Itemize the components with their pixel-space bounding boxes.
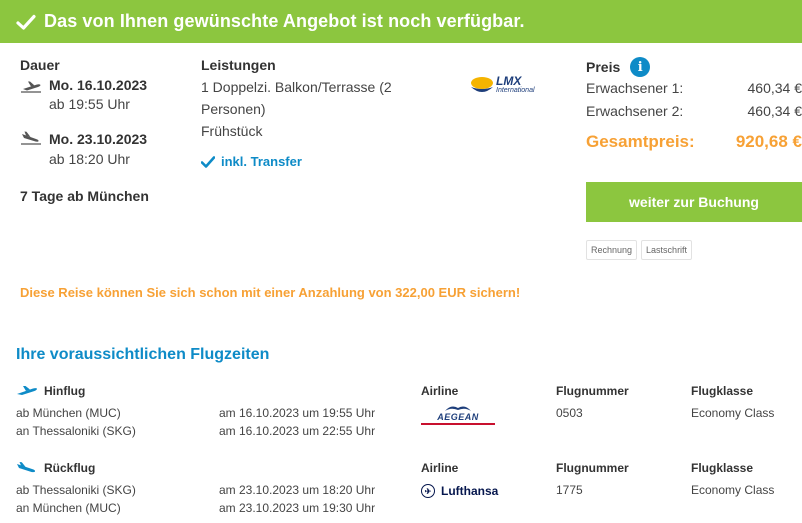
lufthansa-crane-icon: ✈ — [421, 484, 435, 498]
return-arrival-time: am 23.10.2023 um 19:30 Uhr — [219, 501, 376, 515]
aegean-bird-icon — [445, 406, 471, 411]
col-class-header: Flugklasse — [691, 461, 754, 475]
return-to: an München (MUC) — [16, 501, 121, 515]
room-line-1: 1 Doppelzi. Balkon/Terrasse (2 — [201, 79, 392, 95]
col-airline-header: Airline — [421, 461, 459, 475]
operator-name: LMX — [496, 74, 522, 88]
return-departure-time: am 23.10.2023 um 18:20 Uhr — [219, 483, 376, 497]
adult2-value: 460,34 € — [747, 103, 802, 119]
payment-invoice-badge: Rechnung — [586, 240, 638, 260]
price-total: Gesamtpreis: 920,68 € — [586, 132, 802, 152]
col-airline-header: Airline — [421, 384, 459, 398]
return-date: Mo. 23.10.2023 — [49, 131, 148, 147]
outbound-arrival-time: am 16.10.2023 um 22:55 Uhr — [219, 424, 376, 438]
checkmark-icon — [16, 14, 36, 30]
outbound-flight-heading: Hinflug — [16, 384, 85, 398]
price-adult-2: Erwachsener 2: 460,34 € — [586, 103, 802, 119]
lmx-logo-icon — [471, 77, 493, 92]
board-type: Frühstück — [201, 123, 263, 139]
flights-title: Ihre voraussichtlichen Flugzeiten — [16, 346, 270, 363]
adult1-value: 460,34 € — [747, 80, 802, 96]
return-time: ab 18:20 Uhr — [49, 151, 130, 167]
plane-departure-icon — [21, 81, 41, 93]
plane-arrival-icon — [17, 462, 36, 473]
transfer-label: inkl. Transfer — [221, 154, 302, 169]
operator-logo: LMX International — [470, 75, 535, 95]
lufthansa-logo: ✈ Lufthansa — [421, 484, 498, 498]
return-label: Rückflug — [44, 461, 96, 475]
checkmark-icon — [201, 155, 215, 168]
price-heading: Preis — [586, 59, 621, 75]
transfer-info: inkl. Transfer — [201, 154, 302, 169]
total-label: Gesamtpreis: — [586, 132, 695, 151]
room-line-2: Personen) — [201, 101, 266, 117]
availability-banner: Das von Ihnen gewünschte Angebot ist noc… — [0, 0, 802, 43]
payment-methods: Rechnung Lastschrift — [586, 240, 693, 260]
return-class: Economy Class — [691, 483, 775, 497]
info-icon[interactable]: i — [630, 57, 651, 77]
payment-debit-badge: Lastschrift — [641, 240, 693, 260]
operator-subtitle: International — [496, 87, 535, 94]
return-flight-number: 1775 — [556, 483, 583, 497]
return-from: ab Thessaloniki (SKG) — [16, 483, 136, 497]
col-flightno-header: Flugnummer — [556, 461, 629, 475]
room-description: 1 Doppelzi. Balkon/Terrasse (2 Personen)… — [201, 76, 392, 142]
outbound-to: an Thessaloniki (SKG) — [16, 424, 136, 438]
col-flightno-header: Flugnummer — [556, 384, 629, 398]
aegean-logo: AEGEAN — [421, 404, 495, 425]
outbound-class: Economy Class — [691, 406, 775, 420]
outbound-departure-time: am 16.10.2023 um 19:55 Uhr — [219, 406, 376, 420]
services-heading: Leistungen — [201, 57, 276, 73]
deposit-notice: Diese Reise können Sie sich schon mit ei… — [20, 285, 521, 300]
price-heading-row: Preis i — [586, 57, 651, 77]
outbound-from: ab München (MUC) — [16, 406, 121, 420]
outbound-date: Mo. 16.10.2023 — [49, 77, 148, 93]
duration-summary: 7 Tage ab München — [20, 188, 149, 204]
plane-arrival-icon — [21, 131, 41, 145]
col-class-header: Flugklasse — [691, 384, 754, 398]
plane-departure-icon — [17, 386, 37, 395]
book-button[interactable]: weiter zur Buchung — [586, 182, 802, 222]
return-flight-heading: Rückflug — [16, 461, 95, 475]
outbound-flight-number: 0503 — [556, 406, 583, 420]
aegean-underline — [421, 423, 495, 425]
total-value: 920,68 € — [735, 132, 802, 151]
outbound-label: Hinflug — [44, 384, 86, 398]
price-adult-1: Erwachsener 1: 460,34 € — [586, 80, 802, 96]
outbound-airline: AEGEAN — [437, 412, 479, 422]
duration-heading: Dauer — [20, 57, 60, 73]
outbound-time: ab 19:55 Uhr — [49, 96, 130, 112]
return-airline: Lufthansa — [441, 484, 499, 498]
banner-text: Das von Ihnen gewünschte Angebot ist noc… — [44, 11, 525, 31]
adult2-label: Erwachsener 2: — [586, 103, 684, 119]
adult1-label: Erwachsener 1: — [586, 80, 684, 96]
